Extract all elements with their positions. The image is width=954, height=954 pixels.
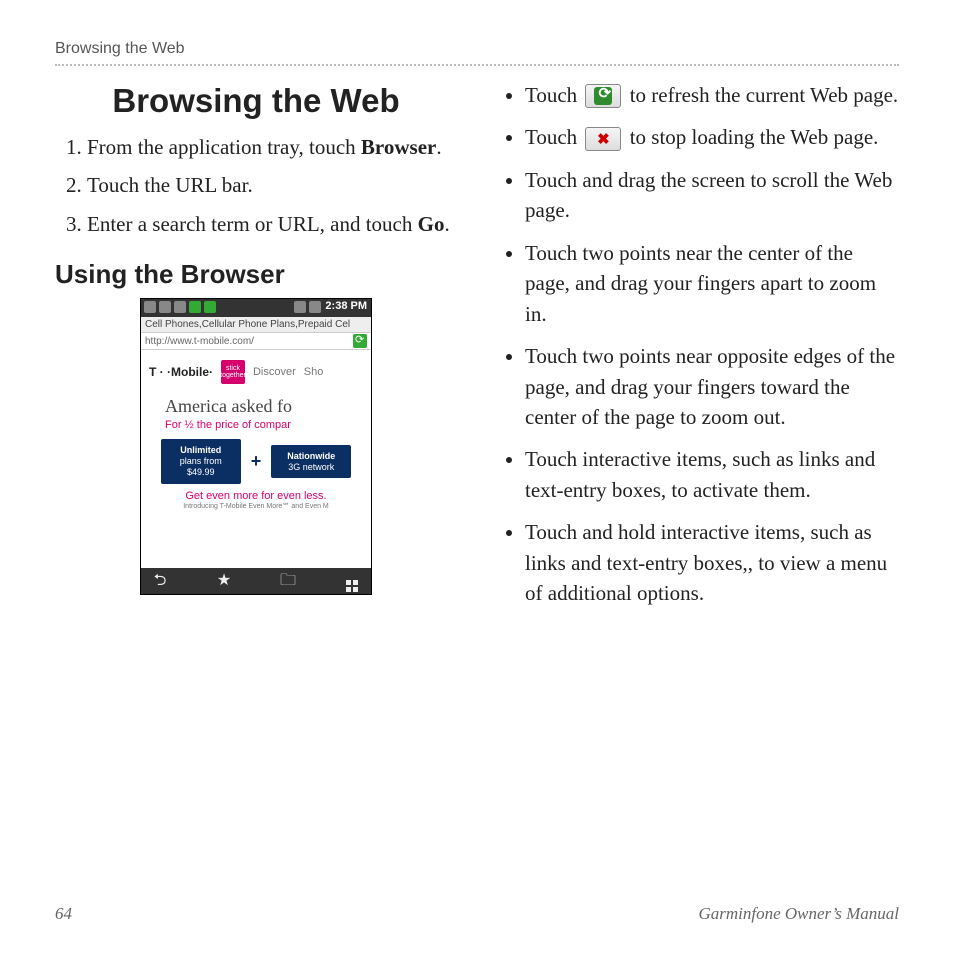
refresh-icon xyxy=(585,84,621,108)
status-icon xyxy=(174,301,186,313)
site-headline: America asked fo xyxy=(141,390,371,417)
tip-touch-item: Touch interactive items, such as links a… xyxy=(525,444,899,505)
tip-refresh-a: Touch xyxy=(525,83,582,107)
tip-scroll: Touch and drag the screen to scroll the … xyxy=(525,165,899,226)
step-3-text-c: . xyxy=(444,212,449,236)
stop-icon xyxy=(585,127,621,151)
phone-screenshot: 2:38 PM Cell Phones,Cellular Phone Plans… xyxy=(140,298,372,595)
status-icon xyxy=(159,301,171,313)
phone-url-bar[interactable]: http://www.t-mobile.com/ xyxy=(141,333,371,350)
apps-icon[interactable] xyxy=(341,572,363,590)
site-subline: For ½ the price of compar xyxy=(141,417,371,439)
steps-list: From the application tray, touch Browser… xyxy=(55,132,457,239)
step-1-text-a: From the application tray, touch xyxy=(87,135,361,159)
step-3-text-a: Enter a search term or URL, and touch xyxy=(87,212,418,236)
status-icons-left xyxy=(144,301,216,313)
phone-status-bar: 2:38 PM xyxy=(141,299,371,317)
signal-icon xyxy=(294,301,306,313)
star-icon[interactable]: ★ xyxy=(213,572,235,590)
folder-icon[interactable]: 🗀 xyxy=(277,572,299,590)
status-icon xyxy=(204,301,216,313)
tip-zoom-in: Touch two points near the center of the … xyxy=(525,238,899,329)
plan-3g: Nationwide 3G network xyxy=(271,445,351,479)
plan-row: Unlimited plans from $49.99 + Nationwide… xyxy=(141,439,371,489)
page-title: Browsing the Web xyxy=(55,82,457,120)
tip-zoom-out: Touch two points near opposite edges of … xyxy=(525,341,899,432)
status-time: 2:38 PM xyxy=(325,300,367,312)
phone-page-title: Cell Phones,Cellular Phone Plans,Prepaid… xyxy=(141,317,371,333)
tip-hold-item: Touch and hold interactive items, such a… xyxy=(525,517,899,608)
page-footer: 64 Garminfone Owner’s Manual xyxy=(55,904,899,924)
step-1-text-c: . xyxy=(436,135,441,159)
step-1-bold: Browser xyxy=(361,135,436,159)
tip-refresh: Touch to refresh the current Web page. xyxy=(525,80,899,110)
status-icon xyxy=(144,301,156,313)
tip-refresh-b: to refresh the current Web page. xyxy=(624,83,898,107)
step-3-bold: Go xyxy=(418,212,445,236)
back-icon[interactable]: ⮌ xyxy=(149,572,171,590)
plan-unlimited: Unlimited plans from $49.99 xyxy=(161,439,241,483)
plan-unlimited-title: Unlimited xyxy=(165,445,237,456)
left-column: Browsing the Web From the application tr… xyxy=(55,80,457,621)
phone-web-content: T · ·Mobile· stick together Discover Sho… xyxy=(141,350,371,568)
phone-bottom-bar: ⮌ ★ 🗀 xyxy=(141,568,371,594)
page-number: 64 xyxy=(55,904,72,924)
site-logo: T · ·Mobile· xyxy=(149,365,213,379)
subheading-using-browser: Using the Browser xyxy=(55,259,457,290)
phone-refresh-icon[interactable] xyxy=(353,334,367,348)
status-icons-right xyxy=(294,301,321,313)
site-tiny-line: Introducing T-Mobile Even More℠ and Even… xyxy=(141,502,371,510)
plan-unlimited-sub: plans from $49.99 xyxy=(180,456,222,477)
step-1: From the application tray, touch Browser… xyxy=(87,132,457,162)
plan-3g-title: Nationwide xyxy=(275,451,347,462)
status-icon xyxy=(189,301,201,313)
nav-shop: Sho xyxy=(304,366,324,378)
manual-title: Garminfone Owner’s Manual xyxy=(698,904,899,924)
plan-3g-sub: 3G network xyxy=(288,462,334,472)
tip-stop-b: to stop loading the Web page. xyxy=(624,125,878,149)
tip-stop-a: Touch xyxy=(525,125,582,149)
tips-list: Touch to refresh the current Web page. T… xyxy=(497,80,899,609)
tip-stop: Touch to stop loading the Web page. xyxy=(525,122,899,152)
nav-discover: Discover xyxy=(253,366,296,378)
site-nav: T · ·Mobile· stick together Discover Sho xyxy=(141,350,371,390)
step-2: Touch the URL bar. xyxy=(87,170,457,200)
battery-icon xyxy=(309,301,321,313)
site-more-line: Get even more for even less. xyxy=(141,490,371,502)
running-head: Browsing the Web xyxy=(55,40,899,66)
plus-icon: + xyxy=(251,451,262,472)
phone-url-text: http://www.t-mobile.com/ xyxy=(145,336,349,347)
site-tagline-box: stick together xyxy=(221,360,245,384)
right-column: Touch to refresh the current Web page. T… xyxy=(497,80,899,621)
step-3: Enter a search term or URL, and touch Go… xyxy=(87,209,457,239)
